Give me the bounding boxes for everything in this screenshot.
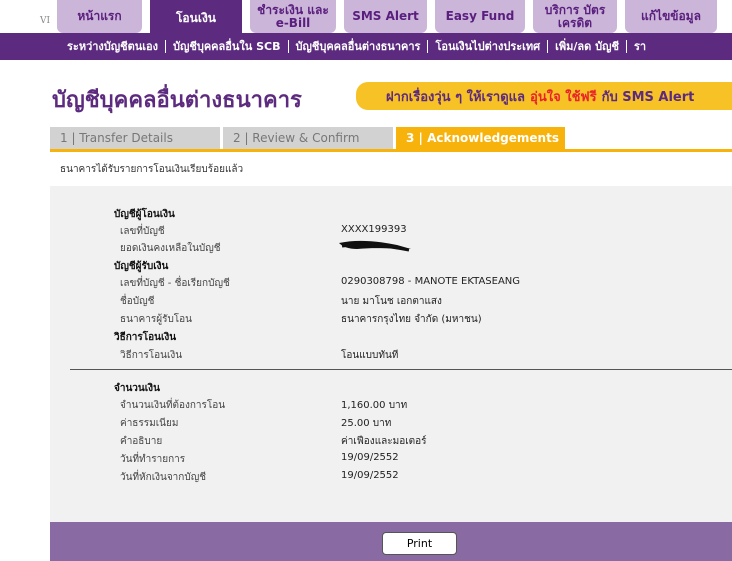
subnav-other-bank[interactable]: บัญชีบุคคลอื่นต่างธนาคาร <box>289 40 429 53</box>
to-account-title: บัญชีผู้รับเงิน <box>114 261 169 272</box>
debit-date-value: 19/09/2552 <box>341 470 399 481</box>
step-indicator: 1 | Transfer Details 2 | Review & Confir… <box>50 127 732 151</box>
fee-value: 25.00 บาท <box>341 418 392 429</box>
page-title: บัญชีบุคคลอื่นต่างธนาคาร <box>52 88 302 113</box>
amount-title: จำนวนเงิน <box>114 383 160 394</box>
amount-label: จำนวนเงินที่ต้องการโอน <box>120 400 226 411</box>
step-acknowledgements: 3 | Acknowledgements <box>396 127 565 149</box>
method-label: วิธีการโอนเงิน <box>120 350 183 361</box>
transaction-date-value: 19/09/2552 <box>341 452 399 463</box>
from-account-title: บัญชีผู้โอนเงิน <box>114 209 175 220</box>
tab-edit-profile[interactable]: แก้ไขข้อมูล <box>625 0 717 33</box>
method-value: โอนแบบทันที <box>341 350 399 361</box>
bank-label: ธนาคารผู้รับโอน <box>120 314 193 325</box>
section-divider <box>70 369 732 370</box>
subnav-more[interactable]: รา <box>627 40 653 53</box>
redacted-balance-scribble <box>339 240 411 252</box>
transfer-details-panel: บัญชีผู้โอนเงิน เลขที่บัญชี XXXX199393 ย… <box>50 186 732 522</box>
debit-date-label: วันที่หักเงินจากบัญชี <box>120 472 207 483</box>
subnav-international[interactable]: โอนเงินไปต่างประเทศ <box>428 40 549 53</box>
action-bar: Print <box>50 522 732 561</box>
tab-credit-card[interactable]: บริการ บัตรเครดิต <box>533 0 617 33</box>
banner-highlight: อุ่นใจ ใช้ฟรี <box>530 89 597 105</box>
to-account-label: เลขที่บัญชี - ชื่อเรียกบัญชี <box>120 278 230 289</box>
from-account-label: เลขที่บัญชี <box>120 226 165 237</box>
from-account-value: XXXX199393 <box>341 224 407 235</box>
amount-value: 1,160.00 บาท <box>341 400 408 411</box>
corner-label: VI <box>40 16 51 26</box>
tab-sms-alert[interactable]: SMS Alert <box>344 0 427 33</box>
sub-nav: ระหว่างบัญชีตนเอง บัญชีบุคคลอื่นใน SCB บ… <box>0 33 732 60</box>
balance-label: ยอดเงินคงเหลือในบัญชี <box>120 243 221 254</box>
account-name-label: ชื่อบัญชี <box>120 296 155 307</box>
step-transfer-details: 1 | Transfer Details <box>50 127 220 149</box>
to-account-value: 0290308798 - MANOTE EKTASEANG <box>341 276 521 287</box>
step-review-confirm: 2 | Review & Confirm <box>223 127 393 149</box>
banner-text-after: กับ SMS Alert <box>601 89 695 105</box>
account-name-value: นาย มาโนช เอกตาแสง <box>341 296 442 307</box>
print-button[interactable]: Print <box>382 532 457 555</box>
tab-easy-fund[interactable]: Easy Fund <box>435 0 525 33</box>
tab-transfer[interactable]: โอนเงิน <box>150 0 242 36</box>
sms-alert-banner[interactable]: ฝากเรื่องวุ่น ๆ ให้เราดูแล อุ่นใจ ใช้ฟรี… <box>356 82 732 110</box>
tab-home[interactable]: หน้าแรก <box>57 0 142 33</box>
subnav-own-accounts[interactable]: ระหว่างบัญชีตนเอง <box>60 40 167 53</box>
step-underline <box>50 149 732 152</box>
subnav-manage-accounts[interactable]: เพิ่ม/ลด บัญชี <box>548 40 627 53</box>
bank-value: ธนาคารกรุงไทย จำกัด (มหาชน) <box>341 314 482 325</box>
top-nav: VI หน้าแรก โอนเงิน ชำระเงิน และ e-Bill S… <box>0 0 732 36</box>
description-value: ค่าเฟืองและมอเตอร์ <box>341 436 427 447</box>
subnav-other-scb[interactable]: บัญชีบุคคลอื่นใน SCB <box>166 40 289 53</box>
method-title: วิธีการโอนเงิน <box>114 332 177 343</box>
fee-label: ค่าธรรมเนียม <box>120 418 179 429</box>
tab-payment-ebill[interactable]: ชำระเงิน และ e-Bill <box>250 0 336 33</box>
transaction-date-label: วันที่ทำรายการ <box>120 454 186 465</box>
banner-text-before: ฝากเรื่องวุ่น ๆ ให้เราดูแล <box>386 89 526 105</box>
description-label: คำอธิบาย <box>120 436 163 447</box>
success-message: ธนาคารได้รับรายการโอนเงินเรียบร้อยแล้ว <box>60 164 244 175</box>
